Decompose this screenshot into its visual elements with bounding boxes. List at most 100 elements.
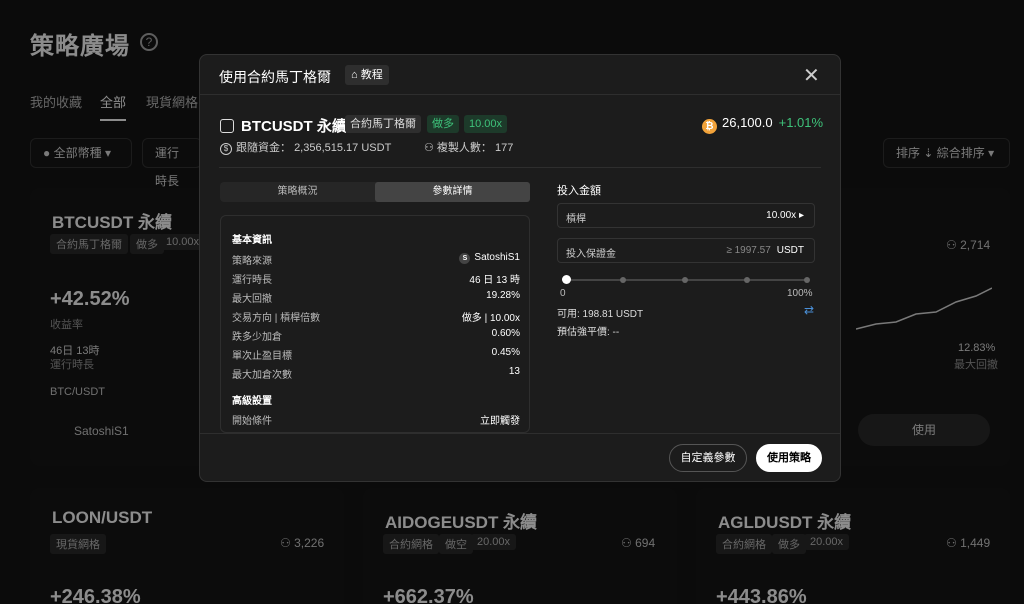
available-balance: 可用: 198.81 USDT: [557, 309, 644, 320]
card-roi: +42.52%: [50, 288, 130, 310]
strategy-symbol-text: BTCUSDT 永續: [241, 118, 347, 135]
transfer-icon[interactable]: ⇄: [804, 303, 814, 317]
param-row: 運行時長 46 日 13 時: [232, 271, 520, 286]
runtime-filter[interactable]: 運行時長: [142, 138, 202, 188]
param-row: 跌多少加倉 0.60%: [232, 328, 520, 343]
users-icon: ⚇: [621, 536, 636, 550]
leverage-value: 10.00x ▸: [766, 210, 804, 221]
leverage-tag: 10.00x: [464, 115, 508, 133]
price-value: 26,100.0: [722, 115, 773, 130]
tutorial-button[interactable]: ⌂ 教程: [345, 65, 389, 85]
tab-strategy-overview[interactable]: 策略概況: [220, 182, 375, 202]
modal-header: 使用合約馬丁格爾 ⌂ 教程 ✕: [200, 55, 840, 95]
param-key: 單次止盈目標: [232, 351, 292, 362]
param-value: 13: [508, 366, 520, 377]
graduation-icon: ⌂: [351, 69, 361, 81]
card-tag: 現貨網格: [50, 534, 106, 554]
slider-tick: [804, 277, 810, 283]
chevron-right-icon: ▸: [798, 210, 804, 221]
est-liquidation-price: 預估強平價: --: [557, 327, 620, 338]
leverage-value-text: 10.00x: [766, 210, 797, 221]
card-followers: ⚇ 2,714: [946, 238, 990, 252]
card-author: SatoshiS1: [74, 424, 129, 438]
slider-tick: [620, 277, 626, 283]
tab-spot-grid[interactable]: 現貨網格: [146, 92, 198, 111]
sort-icon: ⇣: [923, 146, 934, 160]
price-display: ₿ 26,100.0 +1.01%: [702, 115, 823, 134]
slider-min-label: 0: [560, 288, 566, 299]
param-row: 開始條件 立即觸發: [232, 412, 520, 427]
slider-handle[interactable]: [562, 275, 571, 284]
param-value: 19.28%: [486, 290, 520, 301]
detail-segment-control: 策略概況 參數詳情: [220, 182, 530, 202]
param-value: 0.60%: [491, 328, 520, 339]
coin-icon: ●: [43, 146, 54, 160]
slider-tick: [744, 277, 750, 283]
param-row: 最大回撤 19.28%: [232, 290, 520, 305]
card-followers-count: 1,449: [960, 536, 991, 550]
strategy-card[interactable]: AIDOGEUSDT 永續 合約網格 做空 20.00x ⚇ 694 +662.…: [363, 488, 677, 604]
margin-hint: ≥ 1997.57: [726, 245, 771, 256]
help-icon[interactable]: ?: [140, 33, 158, 51]
advanced-settings-title: 高級設置: [232, 396, 272, 407]
modal-title: 使用合約馬丁格爾: [219, 69, 331, 85]
strategy-symbol: BTCUSDT 永續: [220, 115, 347, 136]
follow-funds-label: 跟隨資金：: [236, 142, 291, 154]
users-icon: ⚇: [280, 536, 295, 550]
tab-parameter-details[interactable]: 參數詳情: [375, 182, 530, 202]
sort-label: 排序: [896, 146, 921, 160]
param-key: 開始條件: [232, 416, 272, 427]
param-row: 單次止盈目標 0.45%: [232, 347, 520, 362]
users-icon: ⚇: [946, 536, 961, 550]
strategy-card[interactable]: LOON/USDT 現貨網格 ⚇ 3,226 +246.38%: [30, 488, 344, 604]
tab-favorites[interactable]: 我的收藏: [30, 92, 82, 111]
price-change: +1.01%: [778, 115, 824, 130]
strategy-card[interactable]: AGLDUSDT 永續 合約網格 做多 20.00x ⚇ 1,449 +443.…: [696, 488, 1010, 604]
users-icon: ⚇: [424, 142, 437, 154]
card-roi-label: 收益率: [50, 319, 83, 331]
card-roi: +662.37%: [383, 586, 474, 604]
close-icon[interactable]: ✕: [803, 63, 820, 88]
amount-slider[interactable]: [562, 275, 810, 284]
card-tag: 合約網格: [383, 534, 439, 554]
bitcoin-icon: ₿: [702, 119, 717, 134]
param-key: 交易方向 | 槓桿倍數: [232, 313, 321, 324]
card-followers-count: 3,226: [294, 536, 325, 550]
card-symbol: AIDOGEUSDT 永續: [385, 513, 538, 532]
card-followers-count: 694: [635, 536, 656, 550]
param-value-text: SatoshiS1: [474, 252, 520, 263]
margin-label: 投入保證金: [566, 249, 616, 260]
card-followers: ⚇ 1,449: [946, 536, 990, 550]
slider-tick: [682, 277, 688, 283]
margin-input[interactable]: 投入保證金 ≥ 1997.57 USDT: [557, 238, 815, 263]
invest-amount-title: 投入金額: [557, 185, 601, 197]
margin-unit: USDT: [776, 245, 804, 256]
page-title: 策略廣場: [30, 33, 130, 60]
tab-all[interactable]: 全部: [100, 92, 127, 121]
copy-count-value: 177: [494, 142, 514, 154]
coin-filter-label: 全部幣種: [53, 146, 102, 160]
param-value: 做多 | 10.00x: [461, 313, 520, 324]
strategy-type-tag: 合約馬丁格爾: [345, 115, 421, 133]
param-key: 最大回撤: [232, 294, 272, 305]
card-roi: +443.86%: [716, 586, 807, 604]
contract-icon: [220, 119, 234, 133]
param-key: 跌多少加倉: [232, 332, 282, 343]
copy-count-label: 複製人數：: [436, 142, 492, 154]
card-sparkline: [856, 287, 992, 330]
sort-dropdown[interactable]: 排序 ⇣ 綜合排序 ▾: [883, 138, 1010, 168]
slider-max-label: 100%: [787, 288, 813, 299]
param-value: S SatoshiS1: [459, 252, 520, 264]
card-use-button[interactable]: 使用: [858, 414, 990, 446]
card-symbol: LOON/USDT: [52, 508, 153, 527]
use-strategy-modal: 使用合約馬丁格爾 ⌂ 教程 ✕ BTCUSDT 永續 合約馬丁格爾 做多 10.…: [199, 54, 841, 482]
leverage-selector[interactable]: 槓桿 10.00x ▸: [557, 203, 815, 228]
copy-count: ⚇ 複製人數： 177: [424, 139, 513, 155]
card-tag: 20.00x: [804, 534, 850, 550]
follow-funds-value: 2,356,515.17 USDT: [294, 142, 392, 154]
custom-parameters-button[interactable]: 自定義參數: [669, 444, 747, 472]
basic-info-title: 基本資訊: [232, 235, 272, 246]
use-strategy-button[interactable]: 使用策略: [756, 444, 822, 472]
coin-filter[interactable]: ● 全部幣種 ▾: [30, 138, 132, 168]
margin-value: ≥ 1997.57 USDT: [726, 245, 804, 256]
